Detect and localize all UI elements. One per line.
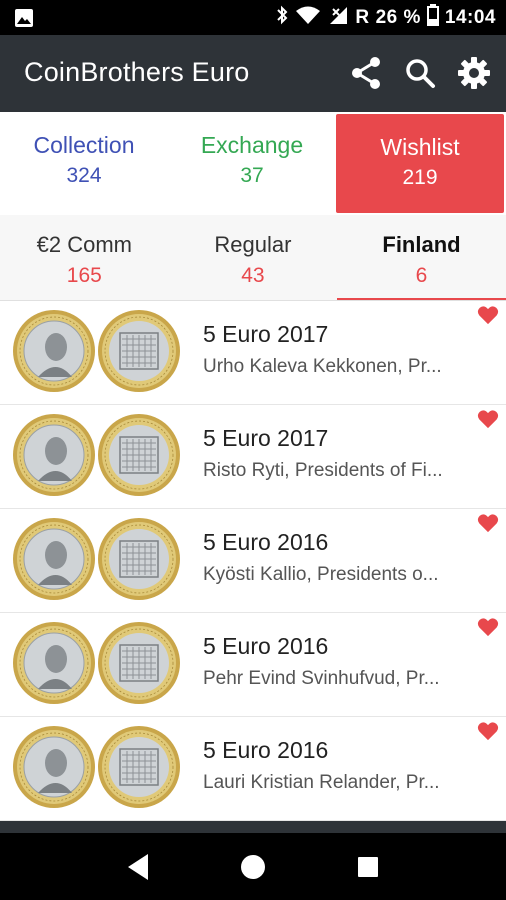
coin-title: 5 Euro 2016 (203, 633, 329, 659)
battery-icon (426, 3, 439, 32)
coin-title: 5 Euro 2017 (203, 321, 329, 347)
list-item[interactable]: 5 Euro 2016 Lauri Kristian Relander, Pr.… (0, 717, 506, 821)
coin-obverse-image (13, 518, 95, 600)
share-button[interactable] (348, 55, 384, 91)
heart-icon[interactable] (477, 513, 499, 533)
coin-list: 5 Euro 2017 Urho Kaleva Kekkonen, Pr... … (0, 301, 506, 821)
tab-collection-count: 324 (66, 164, 102, 187)
tab-finland[interactable]: Finland 6 (337, 215, 506, 301)
collection-tabs: Collection 324 Exchange 37 Wishlist 219 (0, 112, 506, 215)
sub-tab-count: 165 (66, 264, 102, 287)
sub-tab-label: €2 Comm (36, 232, 132, 257)
coin-title: 5 Euro 2016 (203, 529, 329, 555)
home-button[interactable] (233, 847, 273, 887)
system-navigation-bar (0, 833, 506, 900)
share-icon (352, 57, 380, 89)
clock: 14:04 (444, 6, 496, 28)
category-tabs: €2 Comm 165 Regular 43 Finland 6 (0, 215, 506, 301)
heart-icon[interactable] (477, 305, 499, 325)
coin-obverse-image (13, 622, 95, 704)
back-button[interactable] (118, 847, 158, 887)
list-item[interactable]: 5 Euro 2017 Risto Ryti, Presidents of Fi… (0, 405, 506, 509)
tab-2-euro-commemorative[interactable]: €2 Comm 165 (0, 215, 169, 301)
coin-obverse-image (13, 414, 95, 496)
sub-tab-count: 43 (241, 264, 265, 287)
list-item[interactable]: 5 Euro 2016 Pehr Evind Svinhufvud, Pr... (0, 613, 506, 717)
list-bottom-bar (0, 821, 506, 833)
heart-icon[interactable] (477, 617, 499, 637)
coin-reverse-image (98, 622, 180, 704)
home-icon (240, 854, 265, 879)
list-item[interactable]: 5 Euro 2017 Urho Kaleva Kekkonen, Pr... (0, 301, 506, 405)
tab-exchange-label: Exchange (200, 132, 304, 158)
battery-percent: 26 % (375, 6, 421, 28)
bluetooth-icon (275, 5, 289, 31)
tab-wishlist-count: 219 (402, 166, 438, 189)
coin-obverse-image (13, 310, 95, 392)
search-button[interactable] (402, 55, 438, 91)
tab-collection[interactable]: Collection 324 (0, 112, 168, 215)
recents-button[interactable] (348, 847, 388, 887)
signal-icon (327, 5, 349, 31)
app-title: CoinBrothers Euro (24, 57, 250, 87)
tab-exchange-count: 37 (240, 164, 264, 187)
coin-reverse-image (98, 414, 180, 496)
gear-icon (458, 57, 490, 89)
coin-obverse-image (13, 726, 95, 808)
tab-regular[interactable]: Regular 43 (169, 215, 338, 301)
status-bar: R 26 % 14:04 (0, 0, 506, 35)
coin-subtitle: Pehr Evind Svinhufvud, Pr... (203, 668, 440, 689)
tab-exchange[interactable]: Exchange 37 (168, 112, 336, 215)
app-bar: CoinBrothers Euro (0, 35, 506, 112)
search-icon (406, 59, 435, 88)
settings-button[interactable] (456, 55, 492, 91)
coin-title: 5 Euro 2016 (203, 737, 329, 763)
coin-reverse-image (98, 726, 180, 808)
sub-tab-label: Regular (214, 232, 292, 257)
recents-icon (358, 856, 379, 877)
wifi-icon (295, 5, 321, 31)
tab-wishlist-label: Wishlist (380, 134, 460, 160)
coin-reverse-image (98, 518, 180, 600)
coin-subtitle: Lauri Kristian Relander, Pr... (203, 772, 440, 793)
coin-subtitle: Risto Ryti, Presidents of Fi... (203, 460, 443, 481)
gallery-notification-icon (14, 8, 34, 33)
sub-tab-label: Finland (382, 232, 461, 257)
coin-subtitle: Kyösti Kallio, Presidents o... (203, 564, 439, 585)
coin-title: 5 Euro 2017 (203, 425, 329, 451)
heart-icon[interactable] (477, 409, 499, 429)
roaming-indicator: R (355, 6, 370, 28)
coin-subtitle: Urho Kaleva Kekkonen, Pr... (203, 356, 442, 377)
tab-wishlist[interactable]: Wishlist 219 (336, 114, 504, 213)
back-icon (127, 853, 148, 880)
sub-tab-count: 6 (415, 264, 428, 287)
list-item[interactable]: 5 Euro 2016 Kyösti Kallio, Presidents o.… (0, 509, 506, 613)
coin-reverse-image (98, 310, 180, 392)
tab-collection-label: Collection (33, 132, 135, 158)
heart-icon[interactable] (477, 721, 499, 741)
